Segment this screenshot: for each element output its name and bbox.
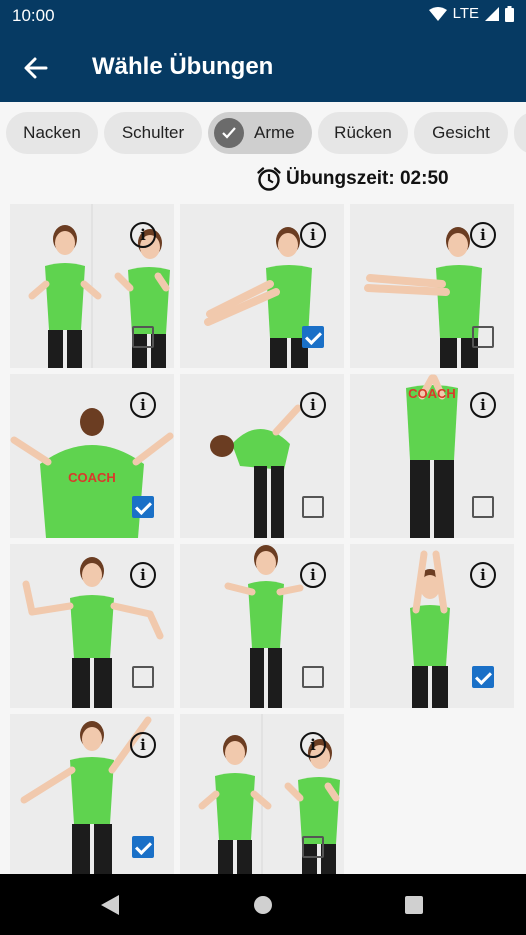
exercise-checkbox[interactable] xyxy=(302,666,324,688)
exercise-checkbox[interactable] xyxy=(302,326,324,348)
category-chips: Nacken Schulter Arme Rücken Gesicht xyxy=(0,102,526,160)
exercise-tile[interactable]: i xyxy=(180,204,344,368)
back-button[interactable] xyxy=(20,52,52,84)
svg-text:COACH: COACH xyxy=(68,470,116,485)
chip-nacken[interactable]: Nacken xyxy=(6,112,98,154)
exercise-checkbox[interactable] xyxy=(472,496,494,518)
signal-icon xyxy=(485,6,499,21)
exercise-tile[interactable]: i xyxy=(350,544,514,708)
info-icon[interactable]: i xyxy=(470,562,496,588)
info-icon[interactable]: i xyxy=(470,392,496,418)
exercise-checkbox[interactable] xyxy=(132,496,154,518)
info-icon[interactable]: i xyxy=(300,562,326,588)
chip-arme[interactable]: Arme xyxy=(208,112,312,154)
alarm-clock-icon xyxy=(257,167,281,191)
info-icon[interactable]: i xyxy=(300,732,326,758)
svg-text:COACH: COACH xyxy=(408,386,456,401)
timer-text: Übungszeit: 02:50 xyxy=(286,168,449,189)
navigation-bar xyxy=(0,874,526,935)
check-icon xyxy=(214,118,244,148)
info-icon[interactable]: i xyxy=(130,732,156,758)
exercise-checkbox[interactable] xyxy=(132,836,154,858)
exercise-tile[interactable]: i xyxy=(180,544,344,708)
chip-label: Nacken xyxy=(23,123,81,142)
battery-icon xyxy=(505,5,514,22)
chip-label: Schulter xyxy=(121,123,185,142)
exercise-tile[interactable]: COACH i xyxy=(10,374,174,538)
chip-schulter[interactable]: Schulter xyxy=(104,112,202,154)
chip-more[interactable] xyxy=(514,112,526,154)
nav-recents-icon[interactable] xyxy=(404,894,424,916)
exercise-tile[interactable]: i xyxy=(10,714,174,874)
exercise-timer: Übungszeit: 02:50 xyxy=(256,166,449,192)
exercise-checkbox[interactable] xyxy=(472,326,494,348)
exercise-checkbox[interactable] xyxy=(132,666,154,688)
wifi-icon xyxy=(428,6,447,21)
exercise-list: Übungszeit: 02:50 i i i COACH i i COACH i i i i i i xyxy=(0,160,526,874)
exercise-tile[interactable]: i xyxy=(10,544,174,708)
arrow-left-icon xyxy=(24,57,48,79)
info-icon[interactable]: i xyxy=(130,562,156,588)
exercise-tile[interactable]: i xyxy=(180,714,344,874)
nav-back-icon[interactable] xyxy=(100,894,120,916)
exercise-tile[interactable]: i xyxy=(180,374,344,538)
status-time: 10:00 xyxy=(12,6,55,25)
app-bar: Wähle Übungen xyxy=(0,32,526,102)
status-icons: LTE xyxy=(428,5,514,22)
chip-label: Arme xyxy=(254,123,295,142)
chip-label: Rücken xyxy=(334,123,392,142)
exercise-checkbox[interactable] xyxy=(302,496,324,518)
exercise-tile[interactable]: i xyxy=(350,204,514,368)
exercise-tile[interactable]: COACH i xyxy=(350,374,514,538)
info-icon[interactable]: i xyxy=(300,392,326,418)
status-bar: 10:00 LTE xyxy=(0,0,526,32)
chip-ruecken[interactable]: Rücken xyxy=(318,112,408,154)
network-label: LTE xyxy=(452,5,479,22)
page-title: Wähle Übungen xyxy=(92,53,274,80)
exercise-checkbox[interactable] xyxy=(302,836,324,858)
info-icon[interactable]: i xyxy=(130,392,156,418)
exercise-tile[interactable]: i xyxy=(10,204,174,368)
info-icon[interactable]: i xyxy=(130,222,156,248)
exercise-checkbox[interactable] xyxy=(132,326,154,348)
chip-label: Gesicht xyxy=(432,123,490,142)
exercise-checkbox[interactable] xyxy=(472,666,494,688)
info-icon[interactable]: i xyxy=(300,222,326,248)
chip-gesicht[interactable]: Gesicht xyxy=(414,112,508,154)
info-icon[interactable]: i xyxy=(470,222,496,248)
nav-home-icon[interactable] xyxy=(253,894,273,916)
